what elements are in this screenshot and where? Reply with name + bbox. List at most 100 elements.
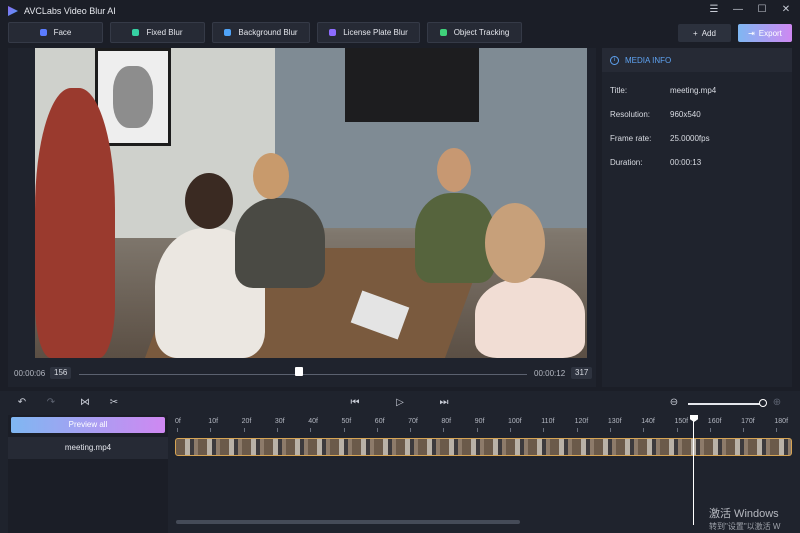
track-list: Preview all meeting.mp4	[8, 415, 168, 533]
info-row-frame-rate: Frame rate: 25.0000fps	[610, 134, 710, 143]
zoom-out-icon[interactable]: ⊖	[668, 397, 680, 409]
info-value: 25.0000fps	[670, 134, 710, 143]
app-title: AVCLabs Video Blur AI	[24, 6, 116, 16]
media-info-header: i MEDIA INFO	[602, 48, 792, 72]
minimize-icon[interactable]: —	[732, 4, 744, 16]
video-person	[35, 88, 115, 358]
ruler-tick	[443, 428, 445, 432]
tool-face-button[interactable]: Face	[8, 22, 103, 43]
info-row-duration: Duration: 00:00:13	[610, 158, 701, 167]
ruler-label: 110f	[541, 418, 555, 425]
playhead-line[interactable]	[693, 415, 694, 525]
export-button[interactable]: ⇥ Export	[738, 24, 792, 42]
ruler-label: 20f	[241, 418, 252, 425]
ruler-tick	[743, 428, 745, 432]
ruler-label: 150f	[674, 418, 689, 425]
scrub-handle[interactable]	[295, 367, 303, 376]
add-label: Add	[701, 28, 716, 38]
ruler-tick	[310, 428, 312, 432]
tool-license-plate-blur-button[interactable]: License Plate Blur	[317, 22, 420, 43]
ruler-label: 120f	[574, 418, 589, 425]
tool-label: Background Blur	[238, 28, 298, 37]
license-plate-icon	[329, 29, 337, 36]
plus-icon: +	[693, 28, 698, 38]
title-bar: AVCLabs Video Blur AI ☰ — ☐ ✕	[0, 0, 800, 22]
media-info-panel: i MEDIA INFO Title: meeting.mp4 Resoluti…	[602, 48, 792, 387]
zoom-slider[interactable]	[688, 403, 763, 405]
ruler-label: 130f	[607, 418, 622, 425]
tool-fixed-blur-button[interactable]: Fixed Blur	[110, 22, 205, 43]
tool-label: Face	[53, 28, 72, 37]
tool-background-blur-button[interactable]: Background Blur	[212, 22, 310, 43]
info-label: Resolution:	[610, 110, 651, 119]
end-time: 00:00:12	[534, 369, 566, 378]
maximize-icon[interactable]: ☐	[756, 4, 768, 16]
scrub-track[interactable]	[79, 374, 527, 375]
end-frame-badge: 317	[571, 367, 593, 379]
video-track-strip[interactable]	[175, 438, 792, 456]
track-label[interactable]: meeting.mp4	[8, 437, 168, 459]
export-icon: ⇥	[748, 28, 755, 38]
tool-label: Object Tracking	[453, 28, 510, 37]
video-person-head	[185, 173, 233, 229]
ruler-label: 70f	[408, 418, 418, 425]
ruler-tick	[510, 428, 511, 432]
tool-object-tracking-button[interactable]: Object Tracking	[427, 22, 522, 43]
ruler-label: 0f	[175, 418, 181, 425]
split-icon[interactable]: ⋈	[79, 397, 91, 409]
info-label: Title:	[610, 86, 628, 95]
menu-icon[interactable]: ☰	[708, 4, 720, 16]
ruler-label: 170f	[741, 418, 755, 425]
video-person-head	[437, 148, 471, 192]
app-logo-icon	[8, 6, 18, 16]
ruler-tick	[177, 428, 178, 432]
add-button[interactable]: + Add	[678, 24, 731, 42]
background-blur-icon	[224, 29, 232, 36]
ruler-label: 180f	[774, 418, 789, 425]
info-value: 00:00:13	[670, 158, 702, 167]
timeline-toolbar: ↶ ↷ ⋈ ✂ ⏮ ▷ ⏭ ⊖ ⊕	[0, 391, 800, 415]
ruler-label: 60f	[374, 418, 385, 425]
scissors-icon[interactable]: ✂	[108, 397, 120, 409]
video-preview[interactable]	[35, 48, 587, 358]
fixed-blur-icon	[132, 29, 140, 36]
skip-back-icon[interactable]: ⏮	[349, 397, 361, 409]
timeline-ruler[interactable]: 0f 10f 20f 30f 40f 50f 60f 70f 80f 90f 100f 110f 120…	[168, 415, 792, 433]
ruler-tick	[376, 428, 378, 432]
ruler-tick	[243, 428, 245, 432]
info-value: meeting.mp4	[670, 86, 717, 95]
ruler-tick	[776, 428, 778, 432]
ruler-tick	[676, 428, 678, 432]
preview-all-button[interactable]: Preview all	[11, 417, 165, 433]
export-label: Export	[758, 28, 782, 38]
ruler-tick	[643, 428, 645, 432]
ruler-label: 160f	[707, 418, 722, 425]
ruler-tick	[609, 428, 611, 432]
info-label: Frame rate:	[610, 134, 652, 143]
undo-icon[interactable]: ↶	[16, 397, 28, 409]
timeline-scrollbar[interactable]	[176, 520, 520, 524]
timeline-panel: ↶ ↷ ⋈ ✂ ⏮ ▷ ⏭ ⊖ ⊕ Preview all meeting.mp…	[0, 391, 800, 533]
current-time: 00:00:06	[14, 369, 46, 378]
tool-label: License Plate Blur	[343, 28, 408, 37]
ruler-label: 50f	[341, 418, 352, 425]
blur-tools: Face Fixed Blur Background Blur License …	[8, 22, 522, 43]
face-icon	[39, 29, 47, 36]
ruler-tick	[276, 428, 278, 432]
video-person-head	[485, 203, 545, 283]
ruler-label: 90f	[474, 418, 485, 425]
play-icon[interactable]: ▷	[394, 397, 406, 409]
tool-label: Fixed Blur	[146, 28, 183, 37]
video-person-head	[253, 153, 289, 199]
ruler-tick	[543, 428, 545, 432]
info-label: Duration:	[610, 158, 643, 167]
skip-forward-icon[interactable]: ⏭	[438, 397, 450, 409]
ruler-label: 40f	[308, 418, 318, 425]
info-icon: i	[610, 55, 619, 65]
zoom-slider-knob[interactable]	[759, 399, 767, 407]
redo-icon[interactable]: ↷	[45, 397, 57, 409]
video-person	[475, 278, 585, 358]
zoom-in-icon[interactable]: ⊕	[771, 397, 783, 409]
ruler-tick	[476, 428, 478, 432]
close-icon[interactable]: ✕	[780, 4, 792, 16]
